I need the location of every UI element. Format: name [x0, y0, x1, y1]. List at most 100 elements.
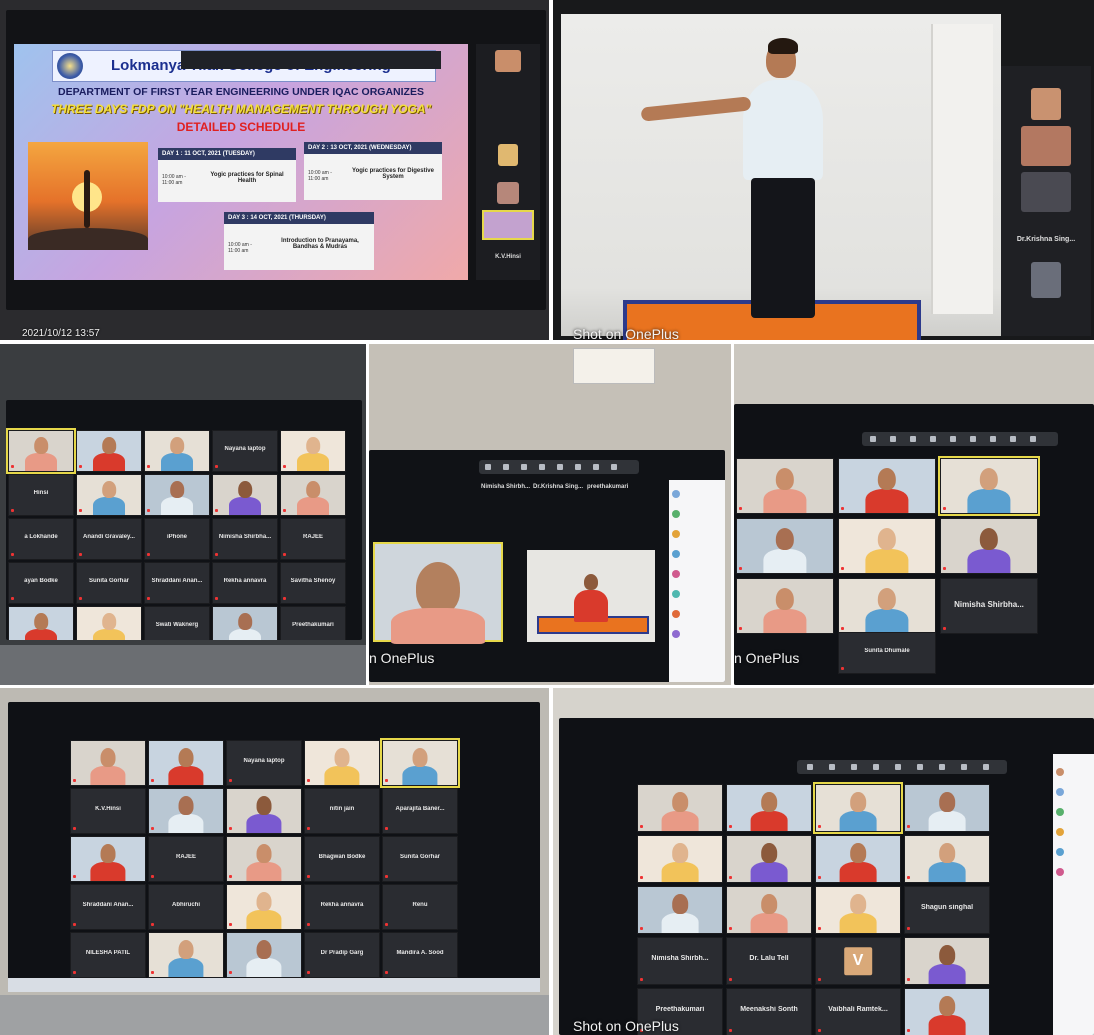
participant-tile-video[interactable]: [226, 932, 302, 978]
toolbar-icon[interactable]: [485, 464, 491, 470]
participant-tile-name-only[interactable]: Dr Pradip Garg: [304, 932, 380, 978]
participant-tile-video[interactable]: [304, 740, 380, 786]
toolbar-icon[interactable]: [521, 464, 527, 470]
participant-tile-name-only[interactable]: K.V.Hinsi: [70, 788, 146, 834]
participant-tile-name-only[interactable]: RAJEE: [148, 836, 224, 882]
participant-tile-video[interactable]: [904, 835, 990, 883]
participant-tile-name-only[interactable]: Savitha Shenoy: [280, 562, 346, 604]
participant-tile-name-only[interactable]: nitin jain: [304, 788, 380, 834]
participant-tile-name-only[interactable]: RAJEE: [280, 518, 346, 560]
participant-tile-video[interactable]: [726, 835, 812, 883]
toolbar-icon[interactable]: [1030, 436, 1036, 442]
toolbar-icon[interactable]: [939, 764, 945, 770]
participant-tile-name-only[interactable]: Dr. Lalu Tell: [726, 937, 812, 985]
participant-tile-video[interactable]: [226, 836, 302, 882]
participant-tile-video[interactable]: [148, 788, 224, 834]
participant-tile-name-only[interactable]: Nimisha Shirbha...: [212, 518, 278, 560]
toolbar-icon[interactable]: [970, 436, 976, 442]
participant-tile-video[interactable]: [815, 835, 901, 883]
participant-tile-video[interactable]: [144, 474, 210, 516]
participant-tile-name-only[interactable]: Shagun singhal: [904, 886, 990, 934]
participant-tile-name-only[interactable]: Aparajita Baner...: [382, 788, 458, 834]
participant-tile-video[interactable]: [838, 518, 936, 574]
participant-tile-video[interactable]: [226, 788, 302, 834]
participant-tile-video[interactable]: [148, 740, 224, 786]
toolbar-icon[interactable]: [503, 464, 509, 470]
participant-tile-name-only[interactable]: Nimisha Shirbh...: [637, 937, 723, 985]
participant-tile-video[interactable]: [212, 606, 278, 640]
participant-tile-video[interactable]: [904, 988, 990, 1035]
zoom-toolbar[interactable]: [797, 760, 1007, 774]
participant-tile-video[interactable]: [726, 784, 812, 832]
toolbar-icon[interactable]: [829, 764, 835, 770]
participant-tile-video[interactable]: [8, 606, 74, 640]
participant-tile-video[interactable]: [726, 886, 812, 934]
participant-tile-name-only[interactable]: Rekha annavra: [304, 884, 380, 930]
participant-tile-name-only[interactable]: a Lokhande: [8, 518, 74, 560]
participant-tile-name-only[interactable]: Bhagwan Bodke: [304, 836, 380, 882]
participant-tile-video[interactable]: [838, 458, 936, 514]
participant-tile-video[interactable]: [904, 784, 990, 832]
participant-tile-video[interactable]: [736, 518, 834, 574]
participant-tile-video[interactable]: [637, 886, 723, 934]
participant-tile-video[interactable]: [6, 428, 76, 474]
participant-tile-name-only[interactable]: Meenakshi Sonth: [726, 988, 812, 1035]
toolbar-icon[interactable]: [593, 464, 599, 470]
toolbar-icon[interactable]: [873, 764, 879, 770]
participant-tile-video[interactable]: [637, 784, 723, 832]
participant-tile-name-only[interactable]: Mandira A. Sood: [382, 932, 458, 978]
toolbar-icon[interactable]: [950, 436, 956, 442]
toolbar-icon[interactable]: [910, 436, 916, 442]
participant-tile-name-only[interactable]: Renu: [382, 884, 458, 930]
participant-tile-name-only[interactable]: Abhiruchi: [148, 884, 224, 930]
participant-tile-name-only[interactable]: iPhone: [144, 518, 210, 560]
participant-tile-video[interactable]: [70, 836, 146, 882]
participant-tile-video[interactable]: [280, 430, 346, 472]
participant-tile-video[interactable]: [212, 474, 278, 516]
toolbar-icon[interactable]: [851, 764, 857, 770]
participant-tile-name-only[interactable]: Shraddani Anan...: [144, 562, 210, 604]
participant-tile-name-only[interactable]: Preethakumari: [280, 606, 346, 640]
participant-tile-video[interactable]: [280, 474, 346, 516]
participant-tile-video[interactable]: [904, 937, 990, 985]
participant-tile-video[interactable]: [838, 578, 936, 634]
toolbar-icon[interactable]: [870, 436, 876, 442]
participant-tile-name-only[interactable]: Rekha annavra: [212, 562, 278, 604]
participant-tile-video[interactable]: [815, 886, 901, 934]
toolbar-icon[interactable]: [575, 464, 581, 470]
participant-tile-video[interactable]: [76, 474, 142, 516]
participant-tile-name-only[interactable]: NILESHA PATIL: [70, 932, 146, 978]
participant-list[interactable]: [669, 480, 725, 682]
toolbar-icon[interactable]: [557, 464, 563, 470]
participant-tile-name-only[interactable]: Anandi Gravaley...: [76, 518, 142, 560]
participant-tile-name-only[interactable]: Sunita Dhumale: [838, 632, 936, 674]
participant-list[interactable]: [1053, 754, 1094, 1035]
participant-tile-name-only[interactable]: Nayana laptop: [212, 430, 278, 472]
participant-tile-name-only[interactable]: Sunita Gorhar: [76, 562, 142, 604]
participant-tile-name-only[interactable]: Nimisha Shirbha...: [940, 578, 1038, 634]
toolbar-icon[interactable]: [1010, 436, 1016, 442]
participant-tile-video[interactable]: [736, 458, 834, 514]
participant-tile-video[interactable]: [148, 932, 224, 978]
participant-tile-name-only[interactable]: Sunita Gorhar: [382, 836, 458, 882]
zoom-toolbar[interactable]: [479, 460, 639, 474]
participant-tile-video[interactable]: [226, 884, 302, 930]
participant-tile-video[interactable]: [144, 430, 210, 472]
toolbar-icon[interactable]: [990, 436, 996, 442]
participant-tile-video[interactable]: [76, 430, 142, 472]
toolbar-icon[interactable]: [807, 764, 813, 770]
participant-tile-name-only[interactable]: Vaibhali Ramtek...: [815, 988, 901, 1035]
participant-tile-name-only[interactable]: Hinsi: [8, 474, 74, 516]
toolbar-icon[interactable]: [895, 764, 901, 770]
toolbar-icon[interactable]: [611, 464, 617, 470]
participant-tile-name-only[interactable]: ayan Bodke: [8, 562, 74, 604]
participant-tile-name-only[interactable]: Shraddani Anan...: [70, 884, 146, 930]
toolbar-icon[interactable]: [961, 764, 967, 770]
zoom-toolbar[interactable]: [862, 432, 1058, 446]
participant-tile-video[interactable]: [736, 578, 834, 634]
toolbar-icon[interactable]: [890, 436, 896, 442]
participant-tile-video[interactable]: [637, 835, 723, 883]
participant-tile-video[interactable]: [380, 738, 460, 788]
participant-tile-video[interactable]: [940, 518, 1038, 574]
participant-tile-name-only[interactable]: Swati Waknerg: [144, 606, 210, 640]
